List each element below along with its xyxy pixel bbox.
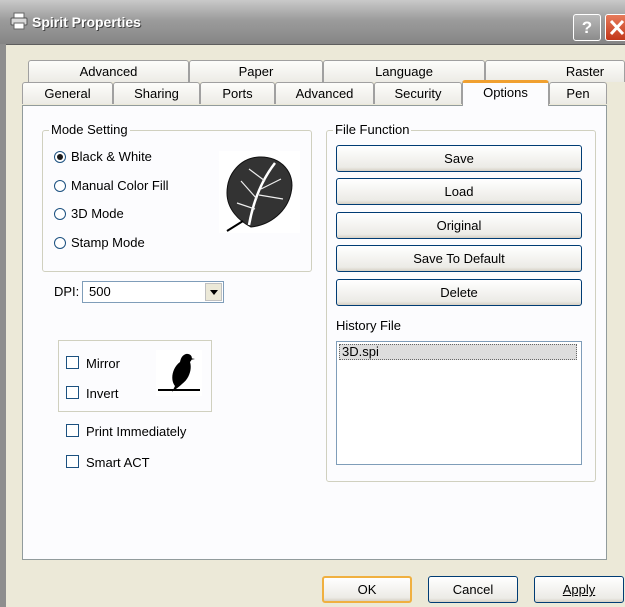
- load-button[interactable]: Load: [336, 178, 582, 205]
- title-bar[interactable]: Spirit Properties ?: [0, 0, 625, 45]
- radio-3d-mode[interactable]: [54, 208, 66, 220]
- tab-options[interactable]: Options: [462, 80, 549, 106]
- dpi-label: DPI:: [54, 284, 80, 299]
- dpi-value: 500: [89, 284, 111, 299]
- original-button[interactable]: Original: [336, 212, 582, 239]
- radio-manual-color-fill-label: Manual Color Fill: [71, 178, 169, 193]
- radio-3d-mode-label: 3D Mode: [71, 206, 124, 221]
- tab-ports[interactable]: Ports: [200, 82, 275, 104]
- bird-preview-image: [156, 350, 202, 396]
- cancel-button[interactable]: Cancel: [428, 576, 518, 603]
- tab-general[interactable]: General: [22, 82, 113, 104]
- save-button[interactable]: Save: [336, 145, 582, 172]
- radio-manual-color-fill[interactable]: [54, 180, 66, 192]
- tab-advanced[interactable]: Advanced: [275, 82, 374, 104]
- radio-black-white-label: Black & White: [71, 149, 152, 164]
- tab-pen[interactable]: Pen: [549, 82, 607, 104]
- chevron-down-icon[interactable]: [205, 283, 222, 301]
- mirror-checkbox[interactable]: [66, 356, 79, 369]
- tab-raster[interactable]: Raster: [485, 60, 625, 82]
- print-immediately-checkbox[interactable]: [66, 424, 79, 437]
- delete-button[interactable]: Delete: [336, 279, 582, 306]
- ok-button[interactable]: OK: [322, 576, 412, 603]
- printer-icon: [10, 12, 28, 30]
- tab-language[interactable]: Language: [323, 60, 485, 82]
- mode-setting-label: Mode Setting: [49, 122, 130, 138]
- dpi-select[interactable]: 500: [82, 281, 224, 303]
- close-icon: [609, 19, 625, 36]
- file-function-label: File Function: [333, 122, 412, 138]
- help-button[interactable]: ?: [573, 14, 601, 41]
- history-file-list[interactable]: 3D.spi: [336, 341, 582, 465]
- radio-black-white[interactable]: [54, 151, 66, 163]
- print-immediately-label: Print Immediately: [86, 424, 187, 439]
- invert-checkbox[interactable]: [66, 386, 79, 399]
- window-title: Spirit Properties: [32, 14, 141, 30]
- leaf-preview-image: [219, 151, 300, 233]
- radio-stamp-mode[interactable]: [54, 237, 66, 249]
- apply-button[interactable]: Apply: [534, 576, 624, 603]
- smart-act-label: Smart ACT: [86, 455, 150, 470]
- radio-stamp-mode-label: Stamp Mode: [71, 235, 145, 250]
- tab-sharing[interactable]: Sharing: [113, 82, 200, 104]
- window-frame: [0, 44, 6, 607]
- close-button[interactable]: [605, 14, 625, 41]
- list-item[interactable]: 3D.spi: [339, 344, 577, 360]
- tab-security[interactable]: Security: [374, 82, 462, 104]
- history-file-label: History File: [336, 318, 402, 333]
- mirror-label: Mirror: [86, 356, 120, 371]
- tab-paper[interactable]: Paper: [189, 60, 323, 82]
- tab-advanced-paper[interactable]: Advanced: [28, 60, 189, 82]
- invert-label: Invert: [86, 386, 119, 401]
- save-to-default-button[interactable]: Save To Default: [336, 245, 582, 272]
- smart-act-checkbox[interactable]: [66, 455, 79, 468]
